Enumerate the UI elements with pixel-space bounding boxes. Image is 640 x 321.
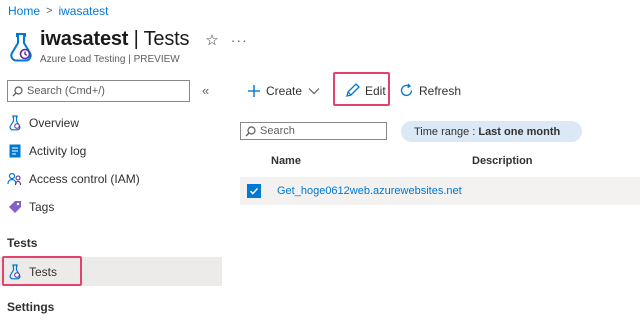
page-subtitle: Azure Load Testing | PREVIEW — [40, 54, 180, 65]
edit-button-label: Edit — [365, 83, 386, 98]
sidebar-item-activity-log[interactable]: Activity log — [0, 137, 222, 165]
sidebar-item-tags[interactable]: Tags — [0, 193, 222, 221]
sidebar-item-label: Tests — [29, 264, 58, 279]
activity-log-icon — [7, 143, 23, 159]
tag-icon — [7, 199, 23, 215]
sidebar-search-placeholder: Search (Cmd+/) — [27, 85, 105, 97]
sidebar-item-overview[interactable]: Overview — [0, 109, 222, 137]
resource-name: iwasatest — [40, 28, 129, 50]
breadcrumb-separator: > — [46, 5, 53, 17]
refresh-button-label: Refresh — [419, 83, 462, 98]
sidebar-item-label: Tags — [29, 200, 55, 214]
sidebar-item-label: Access control (IAM) — [29, 172, 140, 186]
sidebar-item-access-control[interactable]: Access control (IAM) — [0, 165, 222, 193]
breadcrumb: Home > iwasatest — [8, 4, 108, 18]
tests-search-placeholder: Search — [260, 125, 295, 137]
breadcrumb-current-link[interactable]: iwasatest — [58, 4, 108, 18]
section-header-tests: Tests — [7, 236, 38, 250]
row-checkbox[interactable] — [247, 184, 261, 198]
page-title: iwasatest | Tests — [40, 28, 189, 51]
create-button[interactable]: Create — [247, 84, 325, 98]
collapse-sidebar-icon[interactable]: « — [202, 83, 209, 98]
time-range-label: Time range : — [414, 125, 476, 138]
page-header: iwasatest | Tests ☆ ··· Azure Load Testi… — [8, 28, 248, 65]
star-icon[interactable]: ☆ — [205, 31, 218, 49]
section-header-settings: Settings — [7, 300, 55, 314]
sidebar-search-input[interactable]: Search (Cmd+/) — [7, 80, 190, 102]
tests-search-input[interactable]: Search — [240, 122, 387, 140]
more-icon[interactable]: ··· — [231, 32, 248, 48]
sidebar-item-tests[interactable]: Tests — [0, 257, 222, 286]
blade-name: Tests — [143, 28, 190, 50]
edit-button[interactable]: Edit — [345, 83, 386, 98]
table-row[interactable]: Get_hoge0612web.azurewebsites.net — [240, 177, 640, 205]
title-separator: | — [128, 28, 144, 50]
chevron-down-icon — [308, 88, 320, 95]
load-testing-icon — [7, 115, 23, 131]
search-icon — [245, 125, 256, 136]
load-testing-icon — [7, 263, 23, 280]
column-header-description[interactable]: Description — [472, 155, 533, 167]
test-name-link[interactable]: Get_hoge0612web.azurewebsites.net — [277, 185, 462, 197]
people-icon — [7, 171, 23, 187]
time-range-value: Last one month — [478, 125, 561, 138]
sidebar-item-label: Activity log — [29, 144, 87, 158]
column-header-name[interactable]: Name — [271, 155, 301, 167]
search-icon — [12, 85, 23, 96]
time-range-filter[interactable]: Time range : Last one month — [401, 121, 582, 142]
load-testing-icon — [10, 33, 32, 62]
plus-icon — [248, 85, 260, 97]
sidebar-item-label: Overview — [29, 116, 80, 130]
refresh-button[interactable]: Refresh — [399, 83, 461, 98]
breadcrumb-home-link[interactable]: Home — [8, 4, 40, 18]
refresh-icon — [400, 83, 413, 97]
create-button-label: Create — [266, 84, 303, 98]
pencil-icon — [346, 83, 360, 97]
checkmark-icon — [249, 187, 259, 195]
